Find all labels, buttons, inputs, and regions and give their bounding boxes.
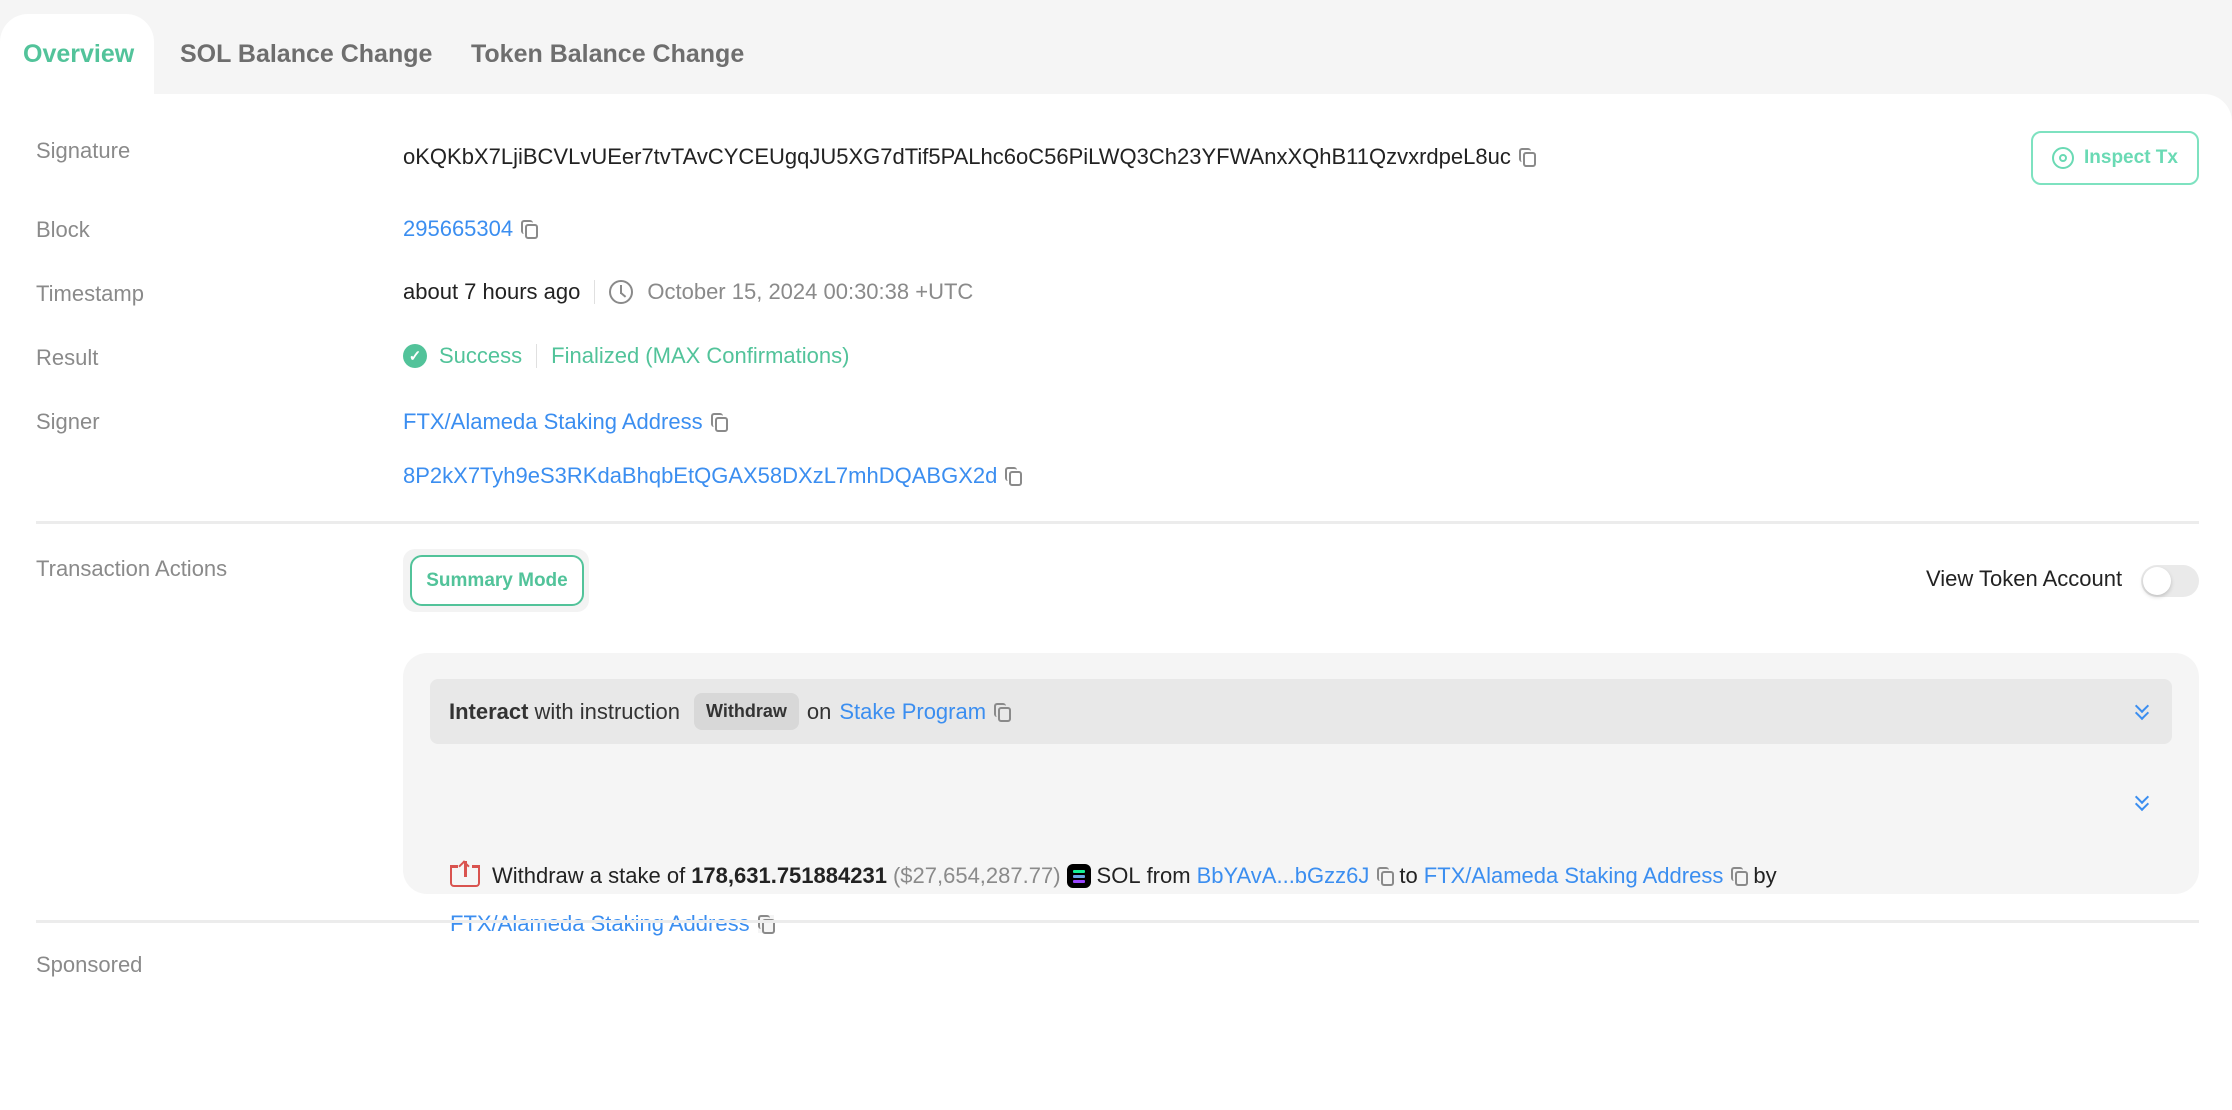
- block-label: Block: [36, 217, 90, 242]
- double-chevron-down-icon[interactable]: [2135, 794, 2149, 812]
- from-text: from: [1146, 863, 1191, 888]
- tab-overview[interactable]: Overview: [0, 14, 154, 94]
- copy-icon[interactable]: [1731, 867, 1749, 886]
- copy-icon[interactable]: [1377, 867, 1395, 886]
- instruction-header[interactable]: Interact with instruction Withdraw on St…: [430, 679, 2172, 744]
- block-row: 295665304: [403, 216, 539, 242]
- check-circle-icon: ✓: [403, 344, 427, 368]
- signer-name-row: FTX/Alameda Staking Address: [403, 409, 728, 435]
- view-token-account-toggle[interactable]: [2141, 565, 2199, 597]
- tab-token-balance-change[interactable]: Token Balance Change: [448, 14, 767, 94]
- withdraw-amount: 178,631.751884231: [691, 863, 887, 888]
- transaction-actions-label: Transaction Actions: [36, 556, 228, 581]
- inspect-tx-label: Inspect Tx: [2084, 147, 2178, 168]
- view-token-account-label: View Token Account: [1926, 566, 2123, 591]
- result-label: Result: [36, 345, 99, 370]
- program-link[interactable]: Stake Program: [839, 699, 986, 725]
- timestamp-row: about 7 hours ago October 15, 2024 00:30…: [403, 279, 973, 305]
- tab-sol-balance-change[interactable]: SOL Balance Change: [157, 14, 455, 94]
- result-confirmation: Finalized (MAX Confirmations): [551, 343, 850, 368]
- signer-label: Signer: [36, 409, 100, 434]
- signer-address-row: 8P2kX7Tyh9eS3RKdaBhqbEtQGAX58DXzL7mhDQAB…: [403, 463, 1023, 489]
- copy-icon[interactable]: [994, 702, 1012, 722]
- by-text: by: [1753, 863, 1777, 888]
- to-address-link[interactable]: FTX/Alameda Staking Address: [1424, 863, 1724, 889]
- timestamp-absolute: October 15, 2024 00:30:38 +UTC: [647, 279, 974, 304]
- copy-icon[interactable]: [757, 915, 775, 934]
- separator: [594, 280, 596, 304]
- from-address-link[interactable]: BbYAvA...bGzz6J: [1197, 863, 1370, 889]
- withdraw-text: Withdraw a stake of: [492, 863, 686, 888]
- action-card: Interact with instruction Withdraw on St…: [403, 653, 2199, 936]
- signer-address-link[interactable]: 8P2kX7Tyh9eS3RKdaBhqbEtQGAX58DXzL7mhDQAB…: [403, 463, 997, 489]
- timestamp-label: Timestamp: [36, 281, 144, 306]
- tab-bar: Overview SOL Balance Change Token Balanc…: [0, 0, 2232, 94]
- toggle-knob: [2143, 567, 2171, 595]
- overview-panel: Signature oKQKbX7LjiBCVLvUEer7tvTAvCYCEU…: [0, 94, 2232, 1110]
- copy-icon[interactable]: [710, 413, 728, 432]
- copy-icon[interactable]: [521, 220, 539, 239]
- signature-row: oKQKbX7LjiBCVLvUEer7tvTAvCYCEUgqJU5XG7dT…: [403, 144, 1536, 170]
- result-status: Success: [439, 343, 523, 368]
- withdraw-authority-line: FTX/Alameda Staking Address: [450, 911, 775, 937]
- instruction-badge: Withdraw: [694, 693, 799, 730]
- summary-mode-wrapper: Summary Mode: [403, 549, 589, 612]
- by-address-link[interactable]: FTX/Alameda Staking Address: [450, 911, 750, 937]
- withdraw-usd-value: ($27,654,287.77): [892, 863, 1061, 888]
- sol-token-icon: [1066, 864, 1091, 888]
- instruction-verb: Interact: [449, 698, 529, 724]
- summary-mode-button[interactable]: Summary Mode: [410, 555, 584, 606]
- separator: [536, 344, 538, 368]
- token-symbol: SOL: [1096, 863, 1141, 888]
- eye-icon: [2052, 147, 2074, 169]
- clock-icon: [609, 280, 634, 304]
- double-chevron-down-icon[interactable]: [2135, 703, 2149, 721]
- block-link[interactable]: 295665304: [403, 216, 513, 242]
- withdraw-upload-icon: [450, 860, 480, 887]
- divider: [36, 920, 2199, 923]
- to-text: to: [1399, 863, 1418, 888]
- signature-value: oKQKbX7LjiBCVLvUEer7tvTAvCYCEUgqJU5XG7dT…: [403, 144, 1511, 169]
- copy-icon[interactable]: [1518, 148, 1536, 167]
- divider: [36, 521, 2199, 524]
- signature-label: Signature: [36, 138, 131, 163]
- signer-name-link[interactable]: FTX/Alameda Staking Address: [403, 409, 703, 435]
- withdraw-detail-line: Withdraw a stake of 178,631.751884231 ($…: [450, 860, 1783, 889]
- instruction-with-text: with instruction: [534, 698, 680, 724]
- result-row: ✓ Success Finalized (MAX Confirmations): [403, 343, 849, 369]
- timestamp-relative: about 7 hours ago: [403, 279, 581, 304]
- copy-icon[interactable]: [1005, 467, 1023, 486]
- inspect-tx-button[interactable]: Inspect Tx: [2031, 131, 2199, 185]
- sponsored-label: Sponsored: [36, 952, 143, 977]
- instruction-on-text: on: [806, 698, 832, 724]
